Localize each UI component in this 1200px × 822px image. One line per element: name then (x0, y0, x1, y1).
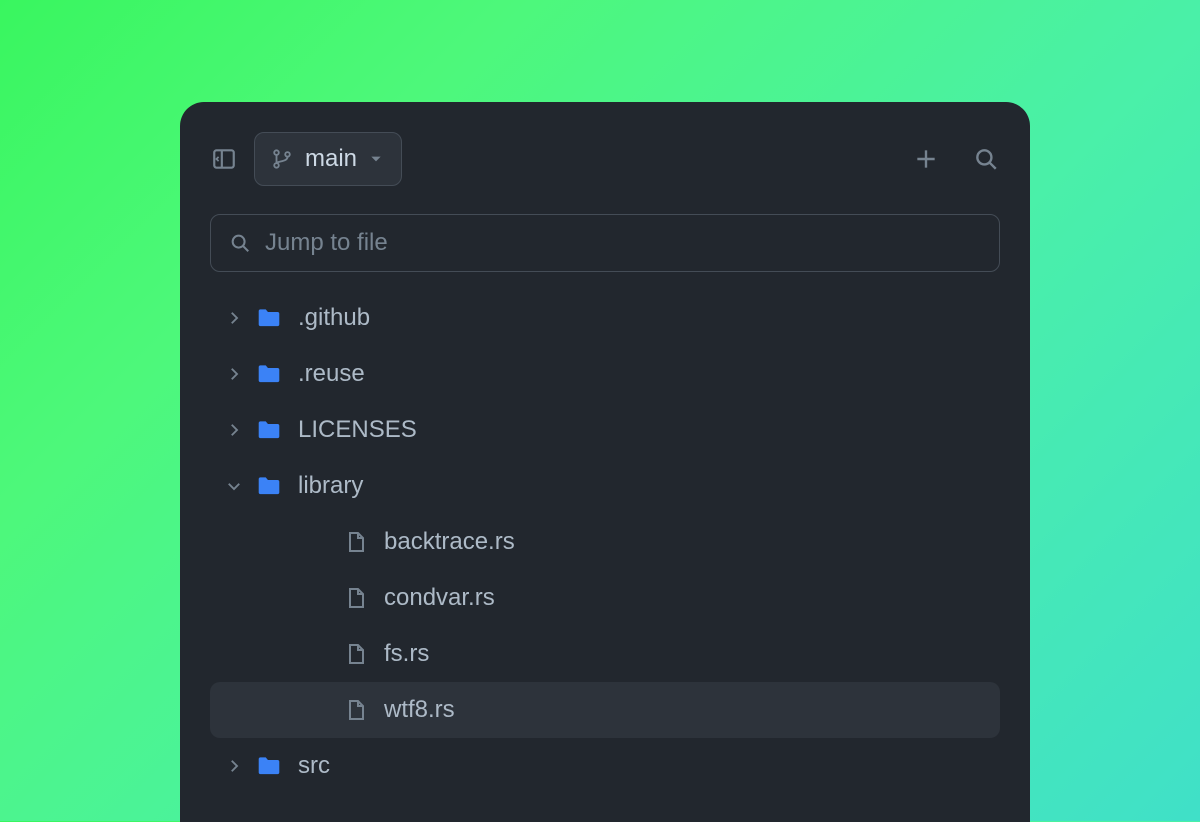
tree-item-LICENSES[interactable]: LICENSES (210, 402, 1000, 458)
folder-icon (256, 753, 282, 779)
tree-item-label: .reuse (298, 360, 365, 388)
add-button[interactable] (912, 145, 940, 173)
folder-icon (256, 417, 282, 443)
tree-item-label: library (298, 472, 363, 500)
tree-item-wtf8-rs[interactable]: wtf8.rs (210, 682, 1000, 738)
branch-name: main (305, 145, 357, 173)
tree-item-condvar-rs[interactable]: condvar.rs (210, 570, 1000, 626)
tree-item-label: .github (298, 304, 370, 332)
search-icon (229, 232, 251, 254)
tree-item-label: backtrace.rs (384, 528, 515, 556)
sidebar-collapse-icon (211, 146, 237, 172)
tree-item--reuse[interactable]: .reuse (210, 346, 1000, 402)
folder-icon (256, 473, 282, 499)
tree-item-fs-rs[interactable]: fs.rs (210, 626, 1000, 682)
file-icon (344, 642, 368, 666)
chevron-right-icon[interactable] (222, 418, 246, 442)
tree-item--github[interactable]: .github (210, 290, 1000, 346)
search-button[interactable] (972, 145, 1000, 173)
tree-item-backtrace-rs[interactable]: backtrace.rs (210, 514, 1000, 570)
chevron-down-icon[interactable] (222, 474, 246, 498)
tree-item-label: src (298, 752, 330, 780)
toolbar: main (210, 132, 1000, 186)
folder-icon (256, 305, 282, 331)
tree-item-label: fs.rs (384, 640, 429, 668)
tree-item-library[interactable]: library (210, 458, 1000, 514)
git-branch-icon (271, 148, 293, 170)
file-icon (344, 586, 368, 610)
tree-item-src[interactable]: src (210, 738, 1000, 794)
plus-icon (913, 146, 939, 172)
jump-to-file-input[interactable] (265, 229, 981, 257)
file-tree-panel: main (180, 102, 1030, 822)
chevron-right-icon[interactable] (222, 306, 246, 330)
file-icon (344, 530, 368, 554)
tree-item-label: wtf8.rs (384, 696, 455, 724)
branch-selector[interactable]: main (254, 132, 402, 186)
chevron-right-icon[interactable] (222, 754, 246, 778)
toolbar-right (912, 145, 1000, 173)
chevron-right-icon[interactable] (222, 362, 246, 386)
tree-item-label: LICENSES (298, 416, 417, 444)
collapse-sidebar-button[interactable] (210, 145, 238, 173)
tree-item-label: condvar.rs (384, 584, 495, 612)
jump-to-file-box[interactable] (210, 214, 1000, 272)
file-icon (344, 698, 368, 722)
toolbar-left: main (210, 132, 402, 186)
search-icon (973, 146, 999, 172)
chevron-down-icon (369, 152, 383, 166)
folder-icon (256, 361, 282, 387)
file-tree: .github .reuse LICENSES library backtrace.rs… (210, 290, 1000, 794)
